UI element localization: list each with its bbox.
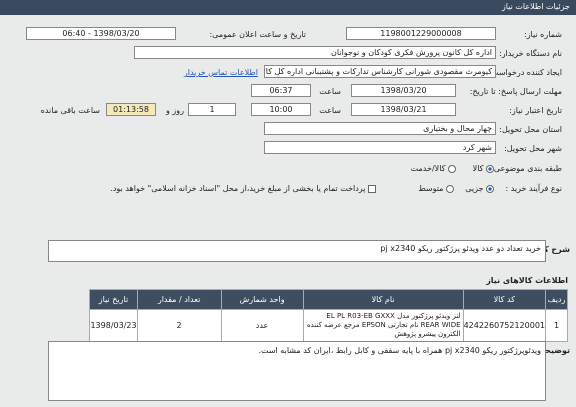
buyer-notes-text: ویدئوپرژکتور ریکو pj x2340 همراه با پایه… <box>258 346 541 355</box>
reply-date-field: 1398/03/20 <box>351 84 456 97</box>
city-label: شهر محل تحویل: <box>504 144 562 153</box>
remaining-timer: 01:13:58 <box>106 103 156 116</box>
buyer-label: نام دستگاه خریدار: <box>499 49 562 58</box>
province-field: چهار محال و بختیاری <box>264 122 496 135</box>
radio-icon[interactable] <box>446 184 454 193</box>
need-no-label: شماره نیاز: <box>524 30 562 39</box>
goods-section-title: اطلاعات کالاهای نیاز <box>486 276 568 285</box>
city-field: شهر کرد <box>264 141 496 154</box>
province-label: استان محل تحویل: <box>499 125 562 134</box>
radio-selected-icon[interactable] <box>486 164 494 173</box>
col-unit: واحد شمارش <box>220 289 304 310</box>
public-date-field: 1398/03/20 - 06:40 <box>26 27 176 40</box>
need-no-field: 1198001229000008 <box>346 27 496 40</box>
col-row: ردیف <box>545 289 568 310</box>
cell-date: 1398/03/23 <box>89 309 138 342</box>
validity-label: تاریخ اعتبار نیاز: <box>509 106 562 115</box>
cell-name: لنز ویدئو پرژکتور مدل EL PL R03-EB GXXX … <box>302 309 464 342</box>
general-desc-text: خرید تعداد دو عدد ویدئو پرژکتور ریکو pj … <box>380 244 541 253</box>
page-title: جزئیات اطلاعات نیاز <box>501 2 570 11</box>
buyer-field: اداره کل کانون پرورش فکری کودکان و نوجوا… <box>134 46 496 59</box>
reply-time-field: 06:37 <box>251 84 311 97</box>
col-code: کد کالا <box>462 289 547 310</box>
creator-field: کیومرث مقصودی شورانی کارشناس تدارکات و پ… <box>264 65 496 78</box>
process-option-minor[interactable]: جزیی <box>465 184 494 193</box>
col-date: تاریخ نیاز <box>89 289 138 310</box>
days-label: روز و <box>166 106 184 115</box>
col-qty: تعداد / مقدار <box>136 289 222 310</box>
public-date-label: تاریخ و ساعت اعلان عمومی: <box>209 30 306 39</box>
radio-icon[interactable] <box>448 164 456 173</box>
goods-header-row: ردیف کد کالا نام کالا واحد شمارش تعداد /… <box>89 289 568 310</box>
category-label: طبقه بندی موضوعی: <box>491 164 562 173</box>
cell-unit: عدد <box>220 309 304 342</box>
goods-table: ردیف کد کالا نام کالا واحد شمارش تعداد /… <box>89 289 568 342</box>
cell-code: 4242260752120001 <box>462 309 547 342</box>
buyer-contact-link[interactable]: اطلاعات تماس خریدار <box>184 68 258 77</box>
reply-deadline-label: مهلت ارسال پاسخ: تا تاریخ: <box>469 87 562 96</box>
process-option-medium[interactable]: متوسط <box>418 184 454 193</box>
validity-date-field: 1398/03/21 <box>351 103 456 116</box>
checkbox-icon[interactable] <box>368 184 376 193</box>
remaining-label: ساعت باقی مانده <box>40 106 100 115</box>
general-desc-box: خرید تعداد دو عدد ویدئو پرژکتور ریکو pj … <box>48 240 546 262</box>
page-header: جزئیات اطلاعات نیاز <box>0 0 576 15</box>
validity-time-field: 10:00 <box>251 103 311 116</box>
days-field: 1 <box>188 103 236 116</box>
treasury-note[interactable]: پرداخت تمام یا بخشی از مبلغ خرید،از محل … <box>110 184 376 193</box>
radio-selected-icon[interactable] <box>486 184 494 193</box>
process-label: نوع فرآیند خرید : <box>505 184 562 193</box>
cell-row: 1 <box>545 309 568 342</box>
buyer-notes-box: ویدئوپرژکتور ریکو pj x2340 همراه با پایه… <box>48 341 546 401</box>
category-option-goods-service[interactable]: کالا/خدمت <box>411 164 456 173</box>
reply-time-label: ساعت <box>319 87 341 96</box>
table-row[interactable]: 1 4242260752120001 لنز ویدئو پرژکتور مدل… <box>89 309 568 342</box>
col-name: نام کالا <box>302 289 464 310</box>
cell-qty: 2 <box>136 309 222 342</box>
creator-label: ایجاد کننده درخواست: <box>488 68 562 77</box>
validity-time-label: ساعت <box>319 106 341 115</box>
category-option-goods[interactable]: کالا <box>473 164 494 173</box>
